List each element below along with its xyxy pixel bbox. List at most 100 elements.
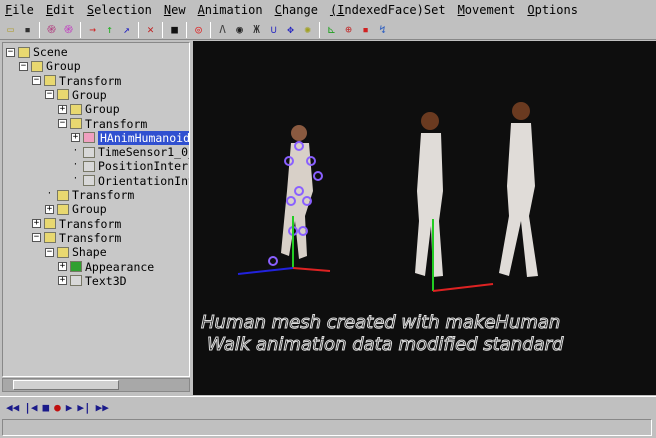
tree-node-label: HAnimHumanoid <box>98 130 189 145</box>
scene-render: Human mesh created with makeHuman Walk a… <box>201 102 565 356</box>
viewport-text-line1: Human mesh created with makeHuman <box>201 312 560 333</box>
collapse-icon[interactable]: − <box>6 47 15 57</box>
expand-icon[interactable]: + <box>58 104 67 114</box>
tree-connector: · <box>72 174 79 185</box>
3d-viewport[interactable]: Human mesh created with makeHuman Walk a… <box>193 41 656 395</box>
save-icon[interactable]: ▪ <box>20 22 35 37</box>
expand-icon[interactable]: + <box>58 276 67 286</box>
group-icon <box>31 60 43 72</box>
record-button[interactable]: ● <box>54 401 61 414</box>
target-icon[interactable]: ◎ <box>191 22 206 37</box>
tree-node[interactable]: − Transform <box>32 231 121 245</box>
tree-node[interactable]: − Transform <box>32 74 121 88</box>
collapse-icon[interactable]: − <box>32 233 41 243</box>
rewind-button[interactable]: ◀◀ <box>6 401 19 414</box>
tree-node[interactable]: − Scene <box>6 45 68 59</box>
color-icon[interactable]: ▪ <box>358 22 373 37</box>
tree-node[interactable]: · OrientationInt <box>71 173 190 188</box>
toolbar-separator <box>210 21 211 38</box>
stop-button[interactable]: ■ <box>43 401 50 414</box>
collapse-icon[interactable]: − <box>58 119 67 128</box>
joints-icon[interactable]: Ж <box>249 22 264 37</box>
tree-connector: · <box>46 188 53 199</box>
arrow-green-icon[interactable]: ↑ <box>102 22 117 37</box>
tree-node[interactable]: − Group <box>19 59 81 73</box>
arrow-blue-icon[interactable]: ↗ <box>119 22 134 37</box>
tree-node[interactable]: + Group <box>58 102 120 116</box>
collapse-icon[interactable]: − <box>19 61 28 71</box>
tree-node[interactable]: + Text3D <box>58 274 127 288</box>
tree-node-label: Transform <box>59 73 122 88</box>
shape-icon <box>57 246 69 258</box>
tree-node-label: Group <box>85 102 120 117</box>
tree-node-label: TimeSensor1_0_ <box>98 145 190 160</box>
eye-icon[interactable]: ◉ <box>232 22 247 37</box>
toolbar-separator <box>162 21 163 38</box>
collapse-icon[interactable]: − <box>45 90 54 100</box>
tree-connector: · <box>72 145 79 156</box>
tree-node[interactable]: + Transform <box>32 217 121 231</box>
toolbar-separator <box>39 21 40 38</box>
hanimhumanoid-icon <box>83 132 95 144</box>
tree-node[interactable]: + Appearance <box>58 260 154 274</box>
tree-node[interactable]: + Group <box>45 202 107 216</box>
menu-selection[interactable]: Selection <box>87 3 152 17</box>
tree-horizontal-scrollbar[interactable] <box>2 378 190 392</box>
first-button[interactable]: |◀ <box>24 401 37 414</box>
collapse-icon[interactable]: − <box>32 76 41 86</box>
tree-node-label: OrientationInt <box>98 173 190 188</box>
expand-icon[interactable]: + <box>45 204 54 214</box>
gear-icon[interactable]: ✺ <box>300 22 315 37</box>
menu-animation[interactable]: Animation <box>198 3 263 17</box>
navigate-icon[interactable]: ∪ <box>266 22 281 37</box>
expand-icon[interactable]: + <box>58 262 67 271</box>
expand-icon[interactable]: + <box>32 219 41 229</box>
tree-node[interactable]: · TimeSensor1_0_ <box>71 145 190 160</box>
animation-player-bar: ◀◀ |◀ ■ ● ▶ ▶| ▶▶ <box>0 396 656 418</box>
tree-node-label: Group <box>72 87 107 102</box>
textd-icon <box>70 275 82 287</box>
scene-icon <box>18 46 30 58</box>
tree-node[interactable]: · PositionInterp <box>71 159 189 173</box>
tree-node-label: Group <box>72 202 107 217</box>
tree-node[interactable]: − Transform <box>58 117 147 131</box>
transform-icon <box>44 218 56 230</box>
timesensor-icon <box>83 146 95 158</box>
curve-icon[interactable]: Λ <box>215 22 230 37</box>
fast-forward-button[interactable]: ▶▶ <box>96 401 109 414</box>
menu-bar: File Edit Selection New Animation Change (Inde… <box>0 0 656 20</box>
tree-node[interactable]: · Transform <box>45 188 135 202</box>
stop-square-icon[interactable]: ■ <box>167 22 182 37</box>
transform-icon <box>44 232 56 244</box>
tree-node[interactable]: − Shape <box>45 245 107 259</box>
arrow-red-icon[interactable]: → <box>85 22 100 37</box>
scene-tree[interactable]: − Scene − Group − Transform − Group + Group − Trans… <box>2 42 190 377</box>
open-icon[interactable]: ▭ <box>3 22 18 37</box>
tree-node[interactable]: + HAnimHumanoid <box>71 130 189 145</box>
menu-options[interactable]: Options <box>527 3 578 17</box>
group-icon <box>70 103 82 115</box>
menu-edit[interactable]: Edit <box>46 3 75 17</box>
tree-node-label: Transform <box>59 230 122 245</box>
last-button[interactable]: ▶| <box>77 401 90 414</box>
humanoid-figure-1 <box>237 125 331 275</box>
collapse-icon[interactable]: − <box>45 247 54 257</box>
scrollbar-thumb[interactable] <box>13 380 119 390</box>
play-button[interactable]: ▶ <box>66 401 73 414</box>
tree-node-label: Transform <box>72 188 135 202</box>
humanoid2-icon[interactable]: ֍ <box>61 22 76 37</box>
menu-file[interactable]: File <box>5 3 34 17</box>
move-icon[interactable]: ✥ <box>283 22 298 37</box>
tree-node[interactable]: − Group <box>45 88 107 102</box>
group-icon <box>57 89 69 101</box>
expand-icon[interactable]: + <box>71 133 80 143</box>
sphere-icon[interactable]: ⊕ <box>341 22 356 37</box>
axes-icon[interactable]: ⊾ <box>324 22 339 37</box>
menu-new[interactable]: New <box>164 3 186 17</box>
transform-icon[interactable]: ↯ <box>375 22 390 37</box>
cross-icon[interactable]: ✕ <box>143 22 158 37</box>
menu-movement[interactable]: Movement <box>458 3 516 17</box>
menu-indexedfaceset[interactable]: (IndexedFace)Set <box>330 3 446 17</box>
menu-change[interactable]: Change <box>275 3 318 17</box>
humanoid-icon[interactable]: ֍ <box>44 22 59 37</box>
